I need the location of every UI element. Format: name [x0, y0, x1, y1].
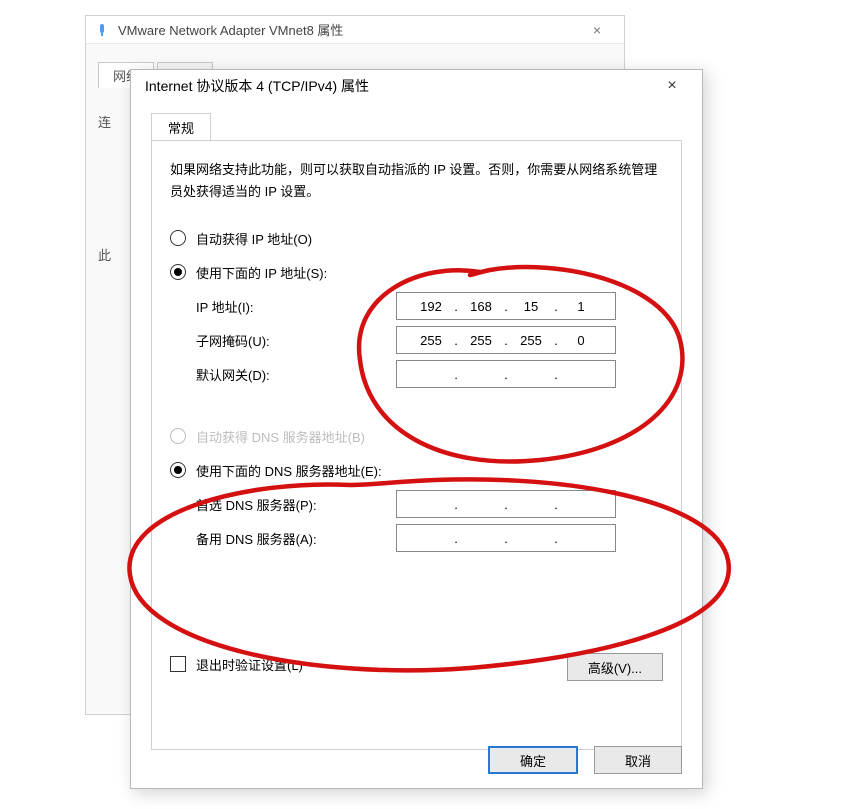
- front-window-title: Internet 协议版本 4 (TCP/IPv4) 属性: [145, 76, 652, 96]
- tab-general[interactable]: 常规: [151, 113, 211, 142]
- advanced-button[interactable]: 高级(V)...: [567, 653, 663, 681]
- input-ip-address[interactable]: 192. 168. 15. 1: [396, 292, 616, 320]
- back-titlebar: VMware Network Adapter VMnet8 属性 ×: [86, 16, 624, 44]
- ip-octet-2[interactable]: 168: [460, 299, 502, 314]
- network-adapter-icon: [94, 22, 110, 38]
- radio-row-use-dns-manual[interactable]: 使用下面的 DNS 服务器地址(E):: [170, 453, 663, 487]
- back-close-button[interactable]: ×: [578, 22, 616, 38]
- back-window-title: VMware Network Adapter VMnet8 属性: [118, 20, 578, 39]
- ip-octet-1[interactable]: 192: [410, 299, 452, 314]
- row-alternate-dns: 备用 DNS 服务器(A): . . .: [170, 521, 663, 555]
- mask-octet-4[interactable]: 0: [560, 333, 602, 348]
- row-preferred-dns: 首选 DNS 服务器(P): . . .: [170, 487, 663, 521]
- radio-row-obtain-dns-auto: 自动获得 DNS 服务器地址(B): [170, 419, 663, 453]
- front-close-button[interactable]: ×: [652, 77, 692, 95]
- row-validate-on-exit[interactable]: 退出时验证设置(L): [170, 647, 303, 681]
- description-text: 如果网络支持此功能，则可以获取自动指派的 IP 设置。否则，你需要从网络系统管理…: [170, 159, 663, 203]
- label-use-ip-manual: 使用下面的 IP 地址(S):: [196, 263, 327, 282]
- checkbox-validate-on-exit[interactable]: [170, 656, 186, 672]
- ok-button[interactable]: 确定: [488, 746, 578, 774]
- label-obtain-dns-auto: 自动获得 DNS 服务器地址(B): [196, 427, 365, 446]
- label-preferred-dns: 首选 DNS 服务器(P):: [196, 495, 396, 514]
- label-alternate-dns: 备用 DNS 服务器(A):: [196, 529, 396, 548]
- ip-octet-4[interactable]: 1: [560, 299, 602, 314]
- mask-octet-1[interactable]: 255: [410, 333, 452, 348]
- radio-obtain-ip-auto[interactable]: [170, 230, 186, 246]
- radio-row-use-ip-manual[interactable]: 使用下面的 IP 地址(S):: [170, 255, 663, 289]
- label-ip-address: IP 地址(I):: [196, 297, 396, 316]
- input-subnet-mask[interactable]: 255. 255. 255. 0: [396, 326, 616, 354]
- label-obtain-ip-auto: 自动获得 IP 地址(O): [196, 229, 312, 248]
- radio-obtain-dns-auto: [170, 428, 186, 444]
- front-tabs: 常规: [151, 112, 682, 140]
- input-preferred-dns[interactable]: . . .: [396, 490, 616, 518]
- label-subnet-mask: 子网掩码(U):: [196, 331, 396, 350]
- input-default-gateway[interactable]: . . .: [396, 360, 616, 388]
- front-titlebar: Internet 协议版本 4 (TCP/IPv4) 属性 ×: [131, 70, 702, 102]
- mask-octet-3[interactable]: 255: [510, 333, 552, 348]
- cancel-button[interactable]: 取消: [594, 746, 682, 774]
- input-alternate-dns[interactable]: . . .: [396, 524, 616, 552]
- label-default-gateway: 默认网关(D):: [196, 365, 396, 384]
- row-ip-address: IP 地址(I): 192. 168. 15. 1: [170, 289, 663, 323]
- radio-use-ip-manual[interactable]: [170, 264, 186, 280]
- radio-use-dns-manual[interactable]: [170, 462, 186, 478]
- ip-octet-3[interactable]: 15: [510, 299, 552, 314]
- general-panel: 如果网络支持此功能，则可以获取自动指派的 IP 设置。否则，你需要从网络系统管理…: [151, 140, 682, 750]
- ipv4-properties-dialog: Internet 协议版本 4 (TCP/IPv4) 属性 × 常规 如果网络支…: [130, 69, 703, 789]
- radio-row-obtain-ip-auto[interactable]: 自动获得 IP 地址(O): [170, 221, 663, 255]
- mask-octet-2[interactable]: 255: [460, 333, 502, 348]
- label-validate-on-exit: 退出时验证设置(L): [196, 655, 303, 674]
- dialog-footer: 确定 取消: [488, 746, 682, 774]
- row-default-gateway: 默认网关(D): . . .: [170, 357, 663, 391]
- label-use-dns-manual: 使用下面的 DNS 服务器地址(E):: [196, 461, 382, 480]
- row-subnet-mask: 子网掩码(U): 255. 255. 255. 0: [170, 323, 663, 357]
